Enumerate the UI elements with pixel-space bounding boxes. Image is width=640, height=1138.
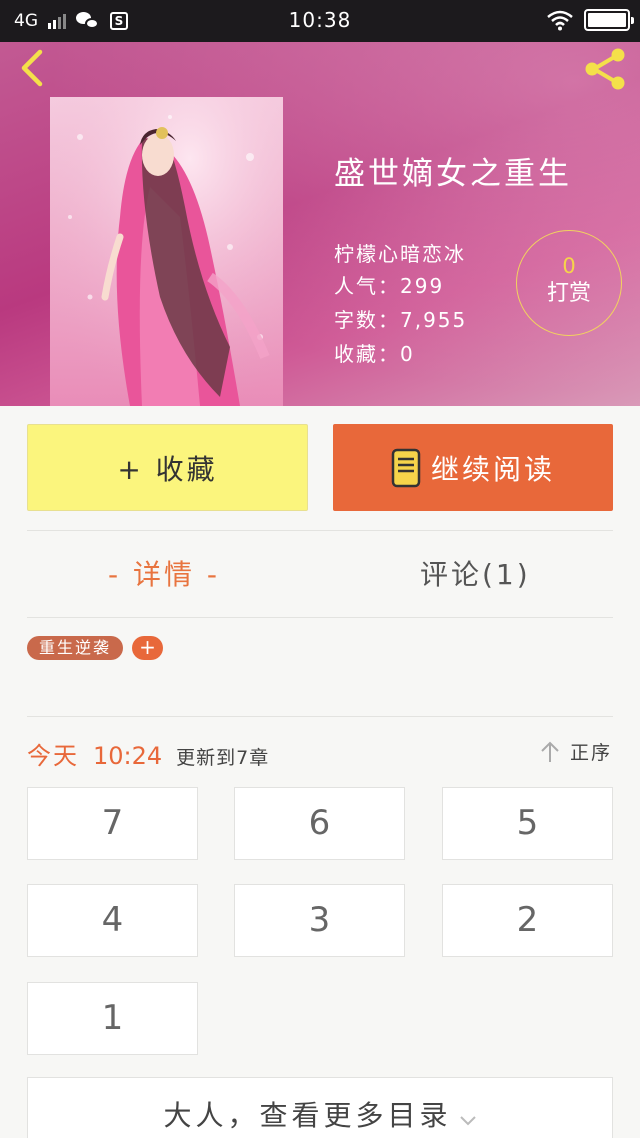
tip-button[interactable]: 0 打赏: [516, 230, 622, 336]
wifi-icon: [547, 10, 573, 31]
chevron-left-icon: [21, 49, 43, 87]
book-title: 盛世嫡女之重生: [334, 156, 572, 192]
chapter-button[interactable]: 5: [442, 787, 613, 860]
chapter-button[interactable]: 6: [234, 787, 405, 860]
back-button[interactable]: [14, 48, 54, 88]
book-header: 盛世嫡女之重生 柠檬心暗恋冰 人气：299 字数：7,955 收藏：0 0 打赏: [0, 42, 640, 406]
sort-label: 正序: [570, 742, 613, 764]
share-icon: [585, 48, 625, 90]
chevron-down-icon: [459, 1115, 476, 1125]
favorites-stat: 收藏：0: [334, 342, 415, 366]
tip-count: 0: [562, 254, 576, 278]
add-tag-button[interactable]: +: [132, 636, 163, 660]
book-cover[interactable]: [50, 97, 283, 406]
update-text: 更新到7章: [176, 747, 270, 769]
divider: [27, 716, 613, 717]
update-time: 10:24: [93, 742, 163, 770]
popularity-stat: 人气：299: [334, 274, 445, 298]
update-info: 今天 10:24 更新到7章: [27, 736, 269, 771]
book-icon: [391, 448, 421, 487]
chapter-button[interactable]: 3: [234, 884, 405, 957]
more-chapters-label: 大人，查看更多目录: [163, 1099, 452, 1132]
battery-icon: [584, 9, 634, 31]
chapter-button[interactable]: 7: [27, 787, 198, 860]
update-day: 今天: [27, 742, 79, 770]
sort-order-toggle[interactable]: 正序: [540, 738, 612, 765]
tab-comments[interactable]: 评论(1): [420, 553, 531, 593]
continue-reading-button[interactable]: 继续阅读: [333, 424, 613, 511]
collect-button[interactable]: + 收藏: [27, 424, 308, 511]
collect-label: + 收藏: [117, 452, 218, 486]
chapter-button[interactable]: 4: [27, 884, 198, 957]
status-bar-right: [546, 9, 634, 31]
tab-detail[interactable]: - 详情 -: [108, 553, 220, 593]
chapter-button[interactable]: 2: [442, 884, 613, 957]
author-name[interactable]: 柠檬心暗恋冰: [334, 238, 466, 267]
continue-reading-label: 继续阅读: [430, 452, 555, 486]
tip-label: 打赏: [546, 281, 591, 306]
more-chapters-button[interactable]: 大人，查看更多目录: [27, 1077, 613, 1138]
arrow-up-icon: [541, 741, 559, 762]
word-count-stat: 字数：7,955: [334, 308, 468, 332]
chapter-button[interactable]: 1: [27, 982, 198, 1055]
cover-illustration: [50, 97, 283, 406]
divider: [27, 530, 613, 531]
tag-chip[interactable]: 重生逆袭: [27, 636, 123, 660]
status-bar: 4G S 10:38: [0, 0, 640, 42]
share-button[interactable]: [580, 44, 630, 94]
divider: [27, 617, 613, 618]
status-time: 10:38: [288, 8, 352, 32]
